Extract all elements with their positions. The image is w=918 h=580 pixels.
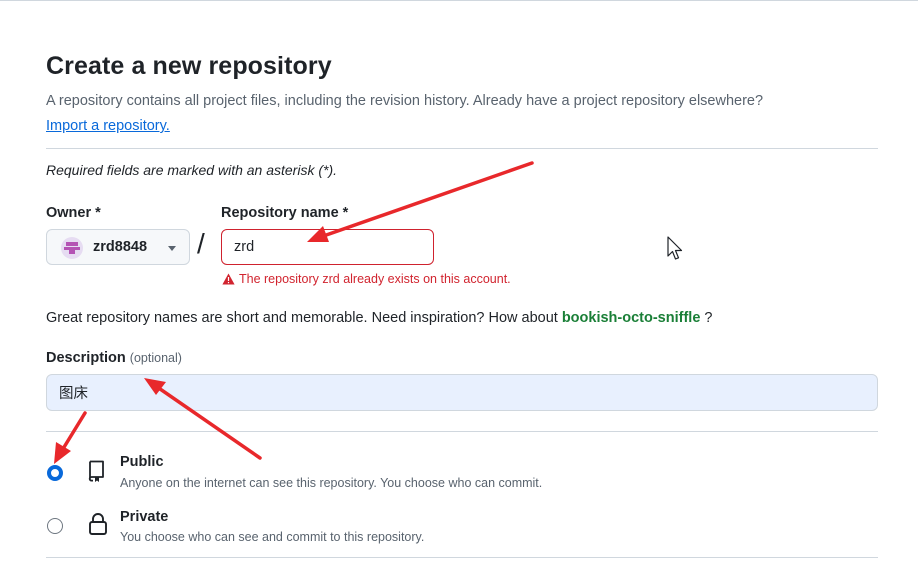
visibility-public-description: Anyone on the internet can see this repo… [120,476,543,490]
divider [46,148,878,149]
annotation-arrowhead [54,442,71,464]
owner-select[interactable]: zrd8848 [46,229,190,265]
lock-icon [89,513,107,535]
annotation-arrow-public [56,411,87,459]
owner-label: Owner * [46,205,101,221]
description-input[interactable] [46,374,878,411]
alert-triangle-icon [222,273,235,285]
page-subtitle: A repository contains all project files,… [46,93,764,109]
name-suggestion-link[interactable]: bookish-octo-sniffle [562,310,701,326]
annotation-arrows [54,161,534,464]
owner-name: zrd8848 [93,239,148,255]
repository-name-label: Repository name * [221,205,349,221]
identicon-avatar-icon [61,237,83,259]
visibility-private-description: You choose who can see and commit to thi… [120,530,425,544]
optional-hint: (optional) [129,351,182,365]
visibility-private-radio[interactable] [47,518,63,534]
visibility-private-title[interactable]: Private [120,509,168,525]
repository-name-input[interactable] [221,229,434,265]
inspiration-text: Great repository names are short and mem… [46,310,558,326]
repo-icon [88,460,104,482]
name-inspiration: Great repository names are short and mem… [46,310,713,326]
visibility-public-title[interactable]: Public [120,454,164,470]
top-border [0,0,918,1]
error-message: The repository zrd already exists on thi… [239,272,511,286]
inspiration-suffix: ? [704,310,713,326]
owner-repo-separator: / [197,228,205,259]
required-fields-note: Required fields are marked with an aster… [46,162,338,178]
divider [46,431,878,432]
import-repository-link[interactable]: Import a repository. [46,118,170,134]
chevron-down-icon [168,246,176,251]
page-title: Create a new repository [46,52,332,80]
visibility-public-radio[interactable] [47,465,63,481]
divider [46,557,878,558]
description-label-text: Description [46,350,126,366]
mouse-cursor-icon [667,236,683,260]
description-label: Description (optional) [46,350,182,366]
